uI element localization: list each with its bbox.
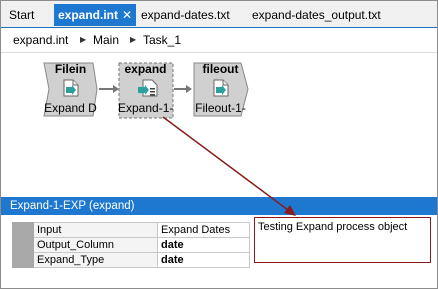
- properties-header: Expand-1-EXP (expand): [1, 197, 437, 215]
- properties-title: Expand-1-EXP (expand): [10, 200, 135, 212]
- flow-canvas[interactable]: Filein Expand D expand Expand-1- fileout…: [1, 53, 437, 193]
- chevron-right-icon: ▶: [130, 35, 137, 44]
- tab-bar: Start expand.int ✕ expand-dates.txt expan…: [1, 1, 437, 28]
- property-value[interactable]: date: [157, 237, 250, 253]
- tab-expand-dates-output[interactable]: expand-dates_output.txt: [248, 4, 385, 26]
- tab-start[interactable]: Start: [5, 4, 38, 26]
- node-label: Fileout-1-: [195, 101, 246, 115]
- table-row[interactable]: Output_Column date: [12, 237, 250, 253]
- tab-expand-dates[interactable]: expand-dates.txt: [137, 4, 234, 26]
- property-name: Output_Column: [33, 237, 158, 253]
- property-name: Expand_Type: [33, 252, 158, 268]
- row-header: [12, 237, 34, 253]
- tab-label: expand-dates_output.txt: [252, 8, 381, 22]
- tab-label: expand.int: [58, 8, 119, 22]
- app-window: Start expand.int ✕ expand-dates.txt expan…: [0, 0, 438, 289]
- node-title: expand: [124, 62, 167, 76]
- property-value[interactable]: date: [157, 252, 250, 268]
- property-name: Input: [33, 222, 158, 238]
- node-label: Expand-1-: [118, 101, 173, 115]
- table-row[interactable]: Input Expand Dates: [12, 222, 250, 238]
- chevron-right-icon: ▶: [80, 35, 87, 44]
- table-row[interactable]: Expand_Type date: [12, 252, 250, 268]
- row-header: [12, 252, 34, 268]
- properties-table: Input Expand Dates Output_Column date Ex…: [12, 222, 250, 268]
- tab-label: Start: [9, 8, 35, 22]
- breadcrumb-item[interactable]: expand.int: [13, 28, 68, 52]
- breadcrumb-item[interactable]: Task_1: [143, 28, 181, 52]
- breadcrumb: expand.int ▶ Main ▶ Task_1: [1, 28, 437, 53]
- expand-process-icon: [138, 79, 158, 97]
- property-value[interactable]: Expand Dates: [157, 222, 250, 238]
- document-icon: [213, 79, 229, 97]
- node-title: Filein: [54, 62, 87, 76]
- close-icon[interactable]: ✕: [122, 4, 132, 26]
- breadcrumb-item[interactable]: Main: [93, 28, 119, 52]
- node-expand[interactable]: expand Expand-1-: [118, 62, 174, 119]
- tab-expand-int[interactable]: expand.int ✕: [54, 4, 137, 26]
- node-filein[interactable]: Filein Expand D: [43, 62, 98, 117]
- node-title: fileout: [202, 62, 239, 76]
- description-box[interactable]: Testing Expand process object: [254, 217, 431, 263]
- node-fileout[interactable]: fileout Fileout-1-: [193, 62, 249, 117]
- document-icon: [63, 79, 79, 97]
- tab-label: expand-dates.txt: [141, 8, 230, 22]
- row-header: [12, 222, 34, 238]
- node-label: Expand D: [44, 101, 97, 115]
